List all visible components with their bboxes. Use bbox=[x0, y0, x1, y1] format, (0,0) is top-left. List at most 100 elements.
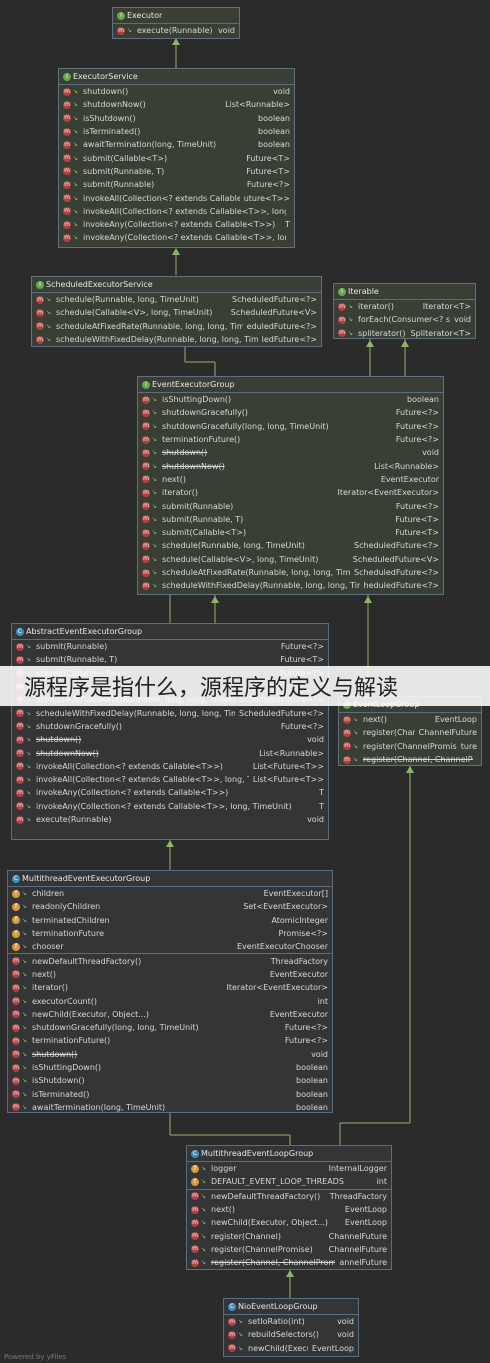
class-executor-service[interactable]: I ExecutorService m ↘ shutdown() void m ↘ shutdo… bbox=[58, 68, 295, 248]
method-row[interactable]: m ↘ shutdown() void bbox=[12, 733, 328, 746]
method-row[interactable]: m ↘ submit(Runnable, T) Future<T> bbox=[12, 653, 328, 666]
method-row[interactable]: m ↘ scheduleWithFixedDelay(Runnable, long,… bbox=[138, 579, 443, 592]
method-row[interactable]: m ↘ isTerminated() boolean bbox=[59, 125, 294, 138]
member-name: terminatedChildren bbox=[32, 915, 110, 925]
class-iterable[interactable]: I Iterable m ↘ iterator() Iterator<T> m ↘ forEac… bbox=[333, 283, 476, 339]
method-row[interactable]: m ↘ iterator() Iterator<EventExecutor> bbox=[8, 981, 332, 994]
method-row[interactable]: m ↘ iterator() Iterator<EventExecutor> bbox=[138, 486, 443, 499]
member-type: uture<T>> bbox=[243, 193, 290, 203]
method-icon: m bbox=[16, 815, 24, 824]
method-row[interactable]: m ↘ invokeAny(Collection<? extends Callabl… bbox=[12, 800, 328, 813]
method-icon: m bbox=[63, 167, 71, 176]
method-row[interactable]: m ↘ execute(Runnable) void bbox=[113, 24, 239, 37]
method-row[interactable]: m ↘ submit(Runnable) Future<?> bbox=[59, 178, 294, 191]
method-row[interactable]: m↘newChild(Executor, Object...)EventLoop bbox=[187, 1216, 391, 1229]
class-multithread-event-executor-group[interactable]: C MultithreadEventExecutorGroup f ↘ children… bbox=[7, 870, 333, 1113]
field-row[interactable]: f ↘ DEFAULT_EVENT_LOOP_THREADS int bbox=[187, 1175, 391, 1188]
method-row[interactable]: m ↘ submit(Runnable) Future<?> bbox=[138, 499, 443, 512]
method-row[interactable]: m ↘ isTerminated() boolean bbox=[8, 1087, 332, 1100]
method-row[interactable]: m ↘ setIoRatio(int) void bbox=[224, 1315, 358, 1328]
method-row[interactable]: m ↘ invokeAny(Collection<? extends Callabl… bbox=[59, 218, 294, 231]
class-executor[interactable]: I Executor m ↘ execute(Runnable) void bbox=[112, 7, 240, 39]
field-row[interactable]: f ↘ terminationFuture Promise<?> bbox=[8, 927, 332, 940]
method-row[interactable]: m ↘ scheduleWithFixedDelay(Runnable, long,… bbox=[12, 706, 328, 719]
method-row[interactable]: m ↘ submit(Runnable) Future<?> bbox=[12, 640, 328, 653]
method-row[interactable]: m ↘ next() EventLoop bbox=[339, 713, 481, 726]
method-row[interactable]: m ↘ shutdownGracefully(long, long, TimeUni… bbox=[8, 1021, 332, 1034]
class-event-loop-group[interactable]: IEventLoopGroupm↘next()EventLoopm↘regist… bbox=[338, 696, 482, 766]
method-row[interactable]: m ↘ next() EventExecutor bbox=[138, 473, 443, 486]
method-row[interactable]: m ↘ isShutdown() boolean bbox=[59, 112, 294, 125]
class-scheduled-executor-service[interactable]: I ScheduledExecutorService m ↘ schedule(Runn… bbox=[31, 276, 322, 347]
field-row[interactable]: f ↘ children EventExecutor[] bbox=[8, 887, 332, 900]
method-row[interactable]: m ↘ invokeAll(Collection<? extends Callabl… bbox=[59, 205, 294, 218]
method-row[interactable]: m↘ register(Channel, ChannelPromise)annel… bbox=[187, 1256, 391, 1269]
method-row[interactable]: m ↘ invokeAll(Collection<? extends Callabl… bbox=[12, 773, 328, 786]
class-nio-event-loop-group[interactable]: C NioEventLoopGroup m ↘ setIoRatio(int) void m… bbox=[223, 1298, 359, 1357]
method-row[interactable]: m ↘ isShuttingDown() boolean bbox=[8, 1061, 332, 1074]
method-row[interactable]: m ↘ spliterator() Spliterator<T> bbox=[334, 327, 475, 338]
method-row[interactable]: m ↘ invokeAny(Collection<? extends Callabl… bbox=[12, 786, 328, 799]
field-icon: f bbox=[12, 902, 20, 911]
member-type: EventLoop bbox=[344, 1205, 387, 1215]
method-row[interactable]: m ↘ schedule(Runnable, long, TimeUnit) Sche… bbox=[32, 293, 321, 306]
method-row[interactable]: m ↘ schedule(Callable<V>, long, TimeUnit) S… bbox=[32, 306, 321, 319]
field-row[interactable]: f ↘ terminatedChildren AtomicInteger bbox=[8, 914, 332, 927]
member-type: void bbox=[454, 315, 471, 325]
method-row[interactable]: m ↘ submit(Runnable, T) Future<T> bbox=[138, 513, 443, 526]
method-row[interactable]: m↘register(Channel)ChannelFuture bbox=[339, 726, 481, 739]
method-row[interactable]: m ↘ register(ChannelPromise) ture bbox=[339, 740, 481, 753]
method-row[interactable]: m ↘ shutdownNow() List<Runnable> bbox=[59, 98, 294, 111]
method-row[interactable]: m ↘ invokeAny(Collection<? extends Callabl… bbox=[59, 231, 294, 244]
method-icon: m bbox=[63, 100, 71, 109]
method-row[interactable]: m ↘ awaitTermination(long, TimeUnit) boolea… bbox=[59, 138, 294, 151]
method-row[interactable]: m↘ forEach(Consumer<? super T>) void bbox=[334, 313, 475, 326]
method-icon: m bbox=[12, 1063, 20, 1072]
method-row[interactable]: m↘ scheduleAtFixedRate(Runnable, long, lo… bbox=[32, 320, 321, 333]
method-row[interactable]: m ↘ next() EventLoop bbox=[187, 1203, 391, 1216]
method-row[interactable]: m ↘ shutdownGracefully(long, long, TimeUni… bbox=[138, 420, 443, 433]
method-row[interactable]: m ↘ shutdownNow() List<Runnable> bbox=[12, 746, 328, 759]
method-row[interactable]: m ↘ terminationFuture() Future<?> bbox=[138, 433, 443, 446]
interface-icon: I bbox=[117, 11, 125, 20]
method-row[interactable]: m ↘ scheduleWithFixedDelay(Runnable, long,… bbox=[32, 333, 321, 346]
class-header: I ScheduledExecutorService bbox=[32, 277, 321, 293]
method-row[interactable]: m ↘ awaitTermination(long, TimeUnit) boolea… bbox=[8, 1101, 332, 1112]
method-row[interactable]: m ↘ schedule(Callable<V>, long, TimeUnit) S… bbox=[138, 553, 443, 566]
method-row[interactable]: m ↘ executorCount() int bbox=[8, 994, 332, 1007]
method-row[interactable]: m↘ register(Channel, ChannelProm bbox=[339, 753, 481, 765]
method-row[interactable]: m ↘ submit(Runnable, T) Future<T> bbox=[59, 165, 294, 178]
method-row[interactable]: m ↘ invokeAll(Collection<? extends Callabl… bbox=[12, 760, 328, 773]
method-row[interactable]: m ↘ isShutdown() boolean bbox=[8, 1074, 332, 1087]
field-row[interactable]: f ↘ logger InternalLogger bbox=[187, 1162, 391, 1175]
method-row[interactable]: m ↘ shutdown() void bbox=[8, 1048, 332, 1061]
method-row[interactable]: m↘newChild(Executor, Object...)EventLoop bbox=[224, 1342, 358, 1355]
field-row[interactable]: f ↘ chooser EventExecutorChooser bbox=[8, 940, 332, 953]
field-row[interactable]: f ↘ readonlyChildren Set<EventExecutor> bbox=[8, 900, 332, 913]
method-row[interactable]: m ↘ newDefaultThreadFactory() ThreadFactory bbox=[8, 954, 332, 967]
method-row[interactable]: m ↘ shutdown() void bbox=[138, 446, 443, 459]
method-row[interactable]: m ↘ execute(Runnable) void bbox=[12, 813, 328, 826]
method-row[interactable]: m ↘ invokeAll(Collection<? extends Callabl… bbox=[59, 191, 294, 204]
method-row[interactable]: m ↘ schedule(Runnable, long, TimeUnit) Sche… bbox=[138, 539, 443, 552]
method-row[interactable]: m↘register(Channel)ChannelFuture bbox=[187, 1229, 391, 1242]
class-abstract-event-executor-group[interactable]: C AbstractEventExecutorGroup m ↘ submit(Runn… bbox=[11, 623, 329, 840]
method-row[interactable]: m↘ submit(Callable<T>) Future<T> bbox=[59, 151, 294, 164]
method-row[interactable]: m↘ scheduleAtFixedRate(Runnable, long, lo… bbox=[138, 566, 443, 579]
method-row[interactable]: m ↘ register(ChannelPromise) ChannelFuture bbox=[187, 1243, 391, 1256]
method-row[interactable]: m ↘ shutdownNow() List<Runnable> bbox=[138, 459, 443, 472]
method-row[interactable]: m ↘ shutdownGracefully() Future<?> bbox=[12, 720, 328, 733]
method-row[interactable]: m ↘ isShuttingDown() boolean bbox=[138, 393, 443, 406]
method-row[interactable]: m ↘ newDefaultThreadFactory() ThreadFactory bbox=[187, 1190, 391, 1203]
method-row[interactable]: m↘ submit(Callable<T>) Future<T> bbox=[138, 526, 443, 539]
method-row[interactable]: m ↘ newChild(Executor, Object...) EventExec… bbox=[8, 1008, 332, 1021]
member-name: shutdown() bbox=[83, 87, 129, 97]
method-row[interactable]: m ↘ rebuildSelectors() void bbox=[224, 1328, 358, 1341]
method-row[interactable]: m ↘ next() EventExecutor bbox=[8, 968, 332, 981]
method-row[interactable]: m ↘ terminationFuture() Future<?> bbox=[8, 1034, 332, 1047]
method-row[interactable]: m ↘ iterator() Iterator<T> bbox=[334, 300, 475, 313]
method-row[interactable]: m ↘ shutdownGracefully() Future<?> bbox=[138, 406, 443, 419]
method-row[interactable]: m ↘ shutdown() void bbox=[59, 85, 294, 98]
class-multithread-event-loop-group[interactable]: C MultithreadEventLoopGroup f ↘ logger Intern… bbox=[186, 1145, 392, 1270]
class-event-executor-group[interactable]: I EventExecutorGroup m ↘ isShuttingDown() boo… bbox=[137, 376, 444, 595]
